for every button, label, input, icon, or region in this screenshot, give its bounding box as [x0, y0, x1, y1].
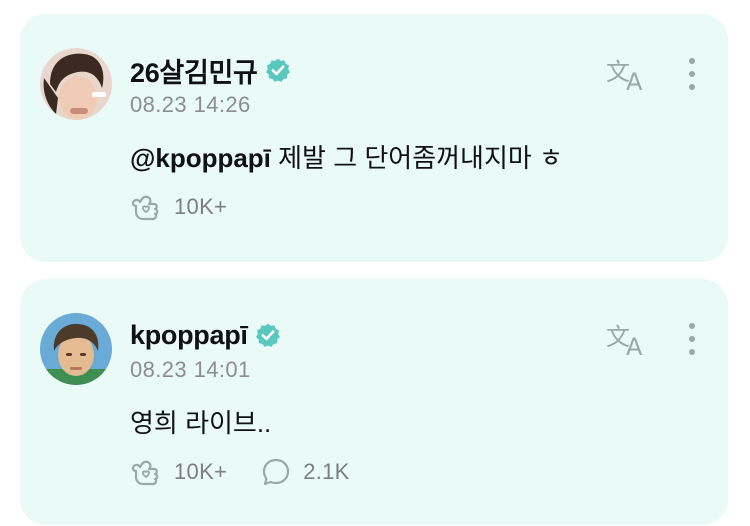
- post-text: @kpoppapī 제발 그 단어좀꺼내지마 ㅎ: [130, 138, 563, 175]
- more-vertical-icon[interactable]: [682, 56, 702, 92]
- avatar[interactable]: [40, 48, 112, 120]
- comment-button[interactable]: 2.1K: [261, 457, 349, 487]
- translate-icon[interactable]: 文 A: [606, 319, 650, 359]
- post-text: 영희 라이브..: [130, 408, 272, 438]
- heart-hand-icon: [131, 460, 159, 486]
- reaction-bar: 10K+ 2.1K: [130, 457, 384, 487]
- post-card[interactable]: 26살김민규 08.23 14:26 @kpoppapī 제발 그 단어좀꺼내지…: [20, 14, 728, 262]
- verified-badge-icon: [255, 323, 280, 347]
- post-timestamp: 08.23 14:01: [130, 357, 251, 382]
- like-button[interactable]: 10K+: [130, 457, 227, 487]
- post-message: 제발 그 단어좀꺼내지마 ㅎ: [278, 143, 563, 173]
- author-name[interactable]: kpoppapī: [130, 320, 248, 351]
- comment-bubble-icon: [263, 458, 290, 486]
- like-count: 10K+: [174, 459, 228, 484]
- heart-hand-icon: [131, 195, 159, 221]
- like-count: 10K+: [174, 194, 228, 219]
- translate-icon[interactable]: 文 A: [606, 54, 650, 94]
- post-timestamp: 08.23 14:26: [130, 92, 251, 117]
- svg-text:A: A: [626, 68, 643, 94]
- post-card[interactable]: kpoppapī 08.23 14:01 영희 라이브.. 10K+ 2.1K …: [20, 279, 728, 525]
- reaction-bar: 10K+: [130, 192, 261, 222]
- like-button[interactable]: 10K+: [130, 192, 227, 222]
- avatar[interactable]: [40, 313, 112, 385]
- comment-count: 2.1K: [303, 459, 350, 484]
- mention-link[interactable]: @kpoppapī: [130, 143, 271, 173]
- verified-badge-icon: [265, 58, 290, 82]
- author-name[interactable]: 26살김민규: [130, 51, 258, 90]
- svg-text:A: A: [626, 333, 643, 359]
- more-vertical-icon[interactable]: [682, 321, 702, 357]
